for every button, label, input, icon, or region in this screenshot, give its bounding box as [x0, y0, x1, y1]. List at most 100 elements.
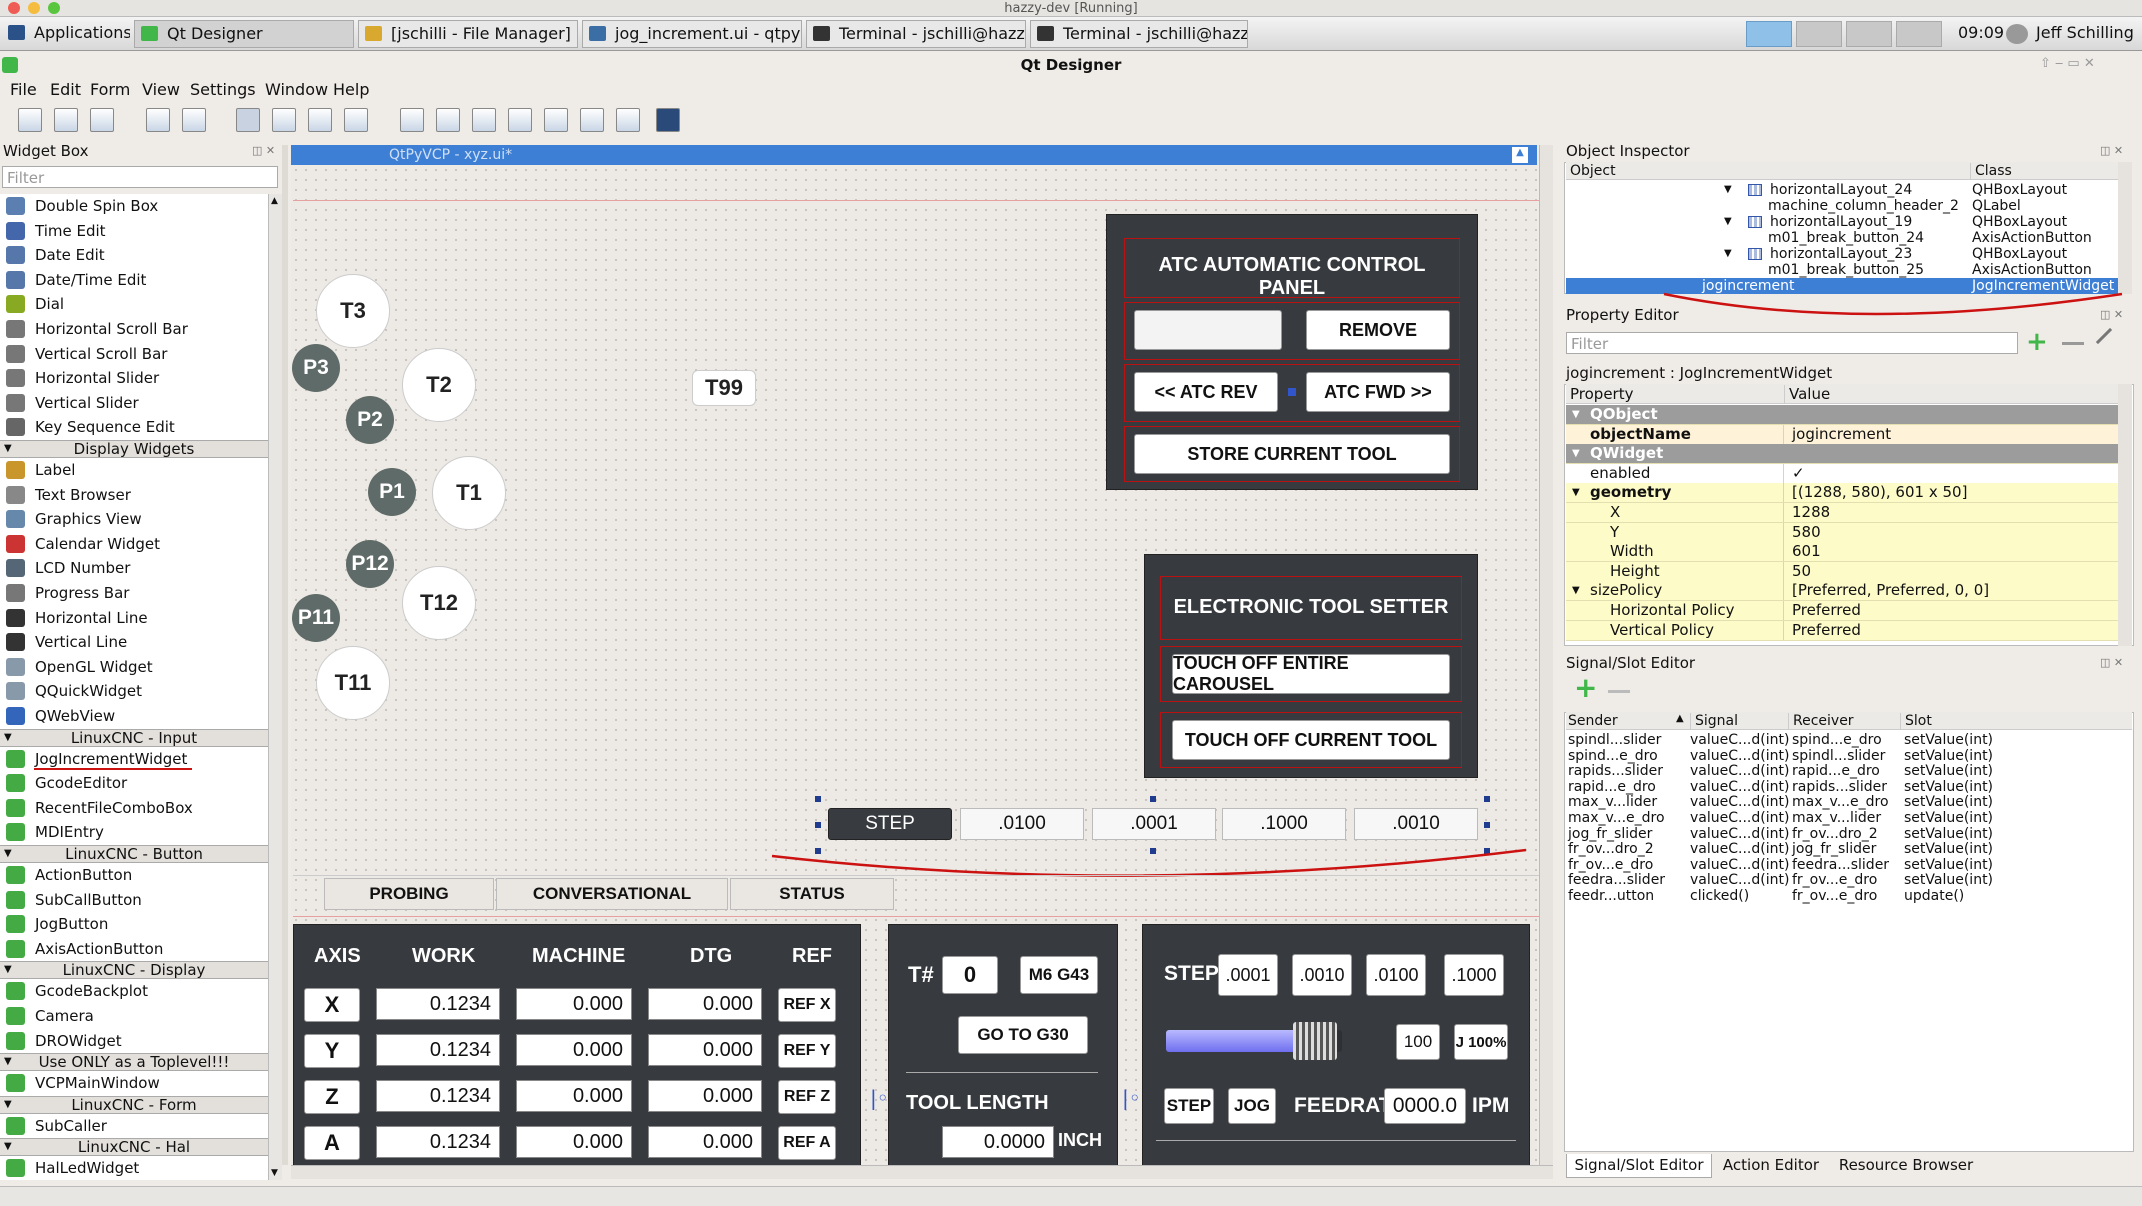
maximize-dot-icon[interactable] [48, 2, 60, 14]
property-row[interactable]: Vertical Policy Preferred [1566, 620, 2118, 641]
selection-handle[interactable] [1150, 796, 1156, 802]
jogbar-inc-0001[interactable]: .0001 [1092, 808, 1216, 840]
menu-settings[interactable]: Settings [190, 80, 256, 99]
jogbar-inc-1000[interactable]: .1000 [1222, 808, 1346, 840]
widget-item[interactable]: Key Sequence Edit [0, 415, 268, 439]
open-icon[interactable] [54, 108, 78, 132]
tool-t2[interactable]: T2 [402, 348, 476, 422]
widget-item[interactable]: Vertical Line [0, 630, 268, 654]
canvas-vscrollbar[interactable] [1539, 145, 1553, 1165]
jog-rate-slider[interactable] [1166, 1022, 1342, 1060]
applications-menu[interactable]: Applications [2, 20, 130, 48]
jog-inc-0100[interactable]: .0100 [1366, 954, 1426, 996]
collapse-arrow-icon[interactable]: ▼ [4, 1139, 12, 1155]
jog-continuous-button[interactable]: JOG [1228, 1088, 1276, 1124]
dock-buttons-icon[interactable]: ◫ ✕ [252, 144, 275, 157]
property-row[interactable]: Width 601 [1566, 542, 2118, 563]
object-tree-row[interactable]: ▼ horizontalLayout_24 QHBoxLayout [1566, 182, 2118, 198]
remove-property-icon[interactable] [2062, 342, 2084, 345]
property-row[interactable]: ▼ sizePolicy [Preferred, Preferred, 0, 0] [1566, 581, 2118, 602]
connection-row[interactable]: feedr...utton clicked() fr_ov...e_dro updat… [1566, 888, 2118, 904]
widget-item[interactable]: RecentFileComboBox [0, 796, 268, 820]
dro-ref-button[interactable]: REF Y [778, 1034, 836, 1068]
task-terminal-1[interactable]: Terminal - jschilli@hazz... [806, 20, 1026, 48]
jog-step-mode-button[interactable]: STEP [1164, 1088, 1214, 1124]
widget-category[interactable]: ▼ LinuxCNC - Form [0, 1095, 268, 1114]
atc-store-button[interactable]: STORE CURRENT TOOL [1134, 434, 1450, 474]
menu-file[interactable]: File [10, 80, 37, 99]
menu-view[interactable]: View [142, 80, 180, 99]
property-filter[interactable]: Filter [1566, 332, 2018, 354]
add-property-icon[interactable]: + [2026, 329, 2048, 355]
tab-status[interactable]: STATUS [730, 878, 894, 910]
tab-conversational[interactable]: CONVERSATIONAL [496, 878, 728, 910]
widget-item[interactable]: Label [0, 458, 268, 482]
property-row[interactable]: X 1288 [1566, 503, 2118, 523]
object-tree-row[interactable]: m01_break_button_24 AxisActionButton [1566, 230, 2118, 246]
adjust-size-icon[interactable] [656, 108, 680, 132]
widget-item[interactable]: SubCaller [0, 1114, 268, 1138]
dro-ref-button[interactable]: REF X [778, 988, 836, 1022]
property-row[interactable]: enabled ✓ [1566, 463, 2118, 484]
pocket-p11[interactable]: P11 [292, 594, 340, 642]
connection-row[interactable]: fr_ov...dro_2 valueC...d(int) jog_fr_slide… [1566, 841, 2118, 857]
edit-buddies-icon[interactable] [308, 108, 332, 132]
send-to-back-icon[interactable] [146, 108, 170, 132]
object-tree-scrollbar[interactable] [2118, 162, 2132, 294]
menu-edit[interactable]: Edit [50, 80, 81, 99]
window-controls-icon[interactable]: ⇧ ‒ ▭ ✕ [2040, 56, 2095, 71]
workspace-1[interactable] [1746, 21, 1792, 47]
property-row[interactable]: Height 50 [1566, 561, 2118, 582]
property-row[interactable]: ▼ QWidget [1566, 444, 2118, 465]
widget-item[interactable]: Horizontal Scroll Bar [0, 317, 268, 341]
expand-arrow-icon[interactable]: ▼ [1572, 581, 1580, 600]
jogbar-inc-0100[interactable]: .0100 [960, 808, 1084, 840]
tab-action-editor[interactable]: Action Editor [1716, 1154, 1826, 1178]
layout-form-icon[interactable] [580, 108, 604, 132]
widget-box-filter[interactable]: Filter [2, 166, 278, 188]
tool-t12[interactable]: T12 [402, 566, 476, 640]
widget-category[interactable]: ▼ LinuxCNC - Button [0, 845, 268, 863]
collapse-arrow-icon[interactable]: ▼ [4, 1054, 12, 1070]
widget-item[interactable]: Graphics View [0, 507, 268, 531]
jogbar-inc-0010[interactable]: .0010 [1354, 808, 1478, 840]
widget-item[interactable]: Date/Time Edit [0, 268, 268, 292]
scroll-down-icon[interactable]: ▼ [271, 1168, 278, 1178]
connection-row[interactable]: fr_ov...e_dro valueC...d(int) feedra...sli… [1566, 857, 2118, 873]
menu-window[interactable]: Window [265, 80, 328, 99]
touch-off-carousel-button[interactable]: TOUCH OFF ENTIRE CAROUSEL [1172, 653, 1450, 694]
widget-item[interactable]: QWebView [0, 704, 268, 728]
connection-row[interactable]: max_v...lider valueC...d(int) max_v...e_dr… [1566, 794, 2118, 810]
selection-handle[interactable] [1484, 822, 1490, 828]
break-layout-icon[interactable] [616, 108, 640, 132]
minimize-dot-icon[interactable] [28, 2, 40, 14]
canvas-hscrollbar[interactable] [291, 1165, 1553, 1179]
remove-connection-icon[interactable] [1608, 690, 1630, 693]
widget-item[interactable]: Horizontal Slider [0, 366, 268, 390]
property-row[interactable]: Y 580 [1566, 522, 2118, 543]
menu-form[interactable]: Form [90, 80, 130, 99]
selection-handle[interactable] [1484, 796, 1490, 802]
tab-signal-slot-editor[interactable]: Signal/Slot Editor [1566, 1154, 1712, 1178]
task-terminal-2[interactable]: Terminal - jschilli@hazz... [1030, 20, 1248, 48]
widget-item[interactable]: GcodeBackplot [0, 979, 268, 1003]
expand-arrow-icon[interactable]: ▼ [1572, 405, 1580, 424]
dro-ref-button[interactable]: REF Z [778, 1080, 836, 1114]
property-row[interactable]: ▼ QObject [1566, 405, 2118, 425]
connection-row[interactable]: feedra...slider valueC...d(int) fr_ov...e_… [1566, 872, 2118, 888]
object-tree-row[interactable]: m01_break_button_25 AxisActionButton [1566, 262, 2118, 278]
property-row[interactable]: ▼ geometry [(1288, 580), 601 x 50] [1566, 483, 2118, 504]
pocket-p1[interactable]: P1 [368, 468, 416, 516]
task-file-manager[interactable]: [jschilli - File Manager] [358, 20, 578, 48]
widget-item[interactable]: Progress Bar [0, 581, 268, 605]
layout-horizontal-icon[interactable] [400, 108, 424, 132]
widget-item[interactable]: HalLedWidget [0, 1156, 268, 1180]
collapse-arrow-icon[interactable]: ▼ [4, 441, 12, 457]
edit-widgets-icon[interactable] [236, 108, 260, 132]
m6-g43-button[interactable]: M6 G43 [1020, 956, 1098, 994]
object-tree-row[interactable]: machine_column_header_2 QLabel [1566, 198, 2118, 214]
atc-remove-button[interactable]: REMOVE [1306, 310, 1450, 350]
property-row[interactable]: objectName jogincrement [1566, 424, 2118, 445]
widget-item[interactable]: Vertical Slider [0, 391, 268, 415]
dock-buttons-icon[interactable]: ◫ ✕ [2100, 308, 2123, 321]
